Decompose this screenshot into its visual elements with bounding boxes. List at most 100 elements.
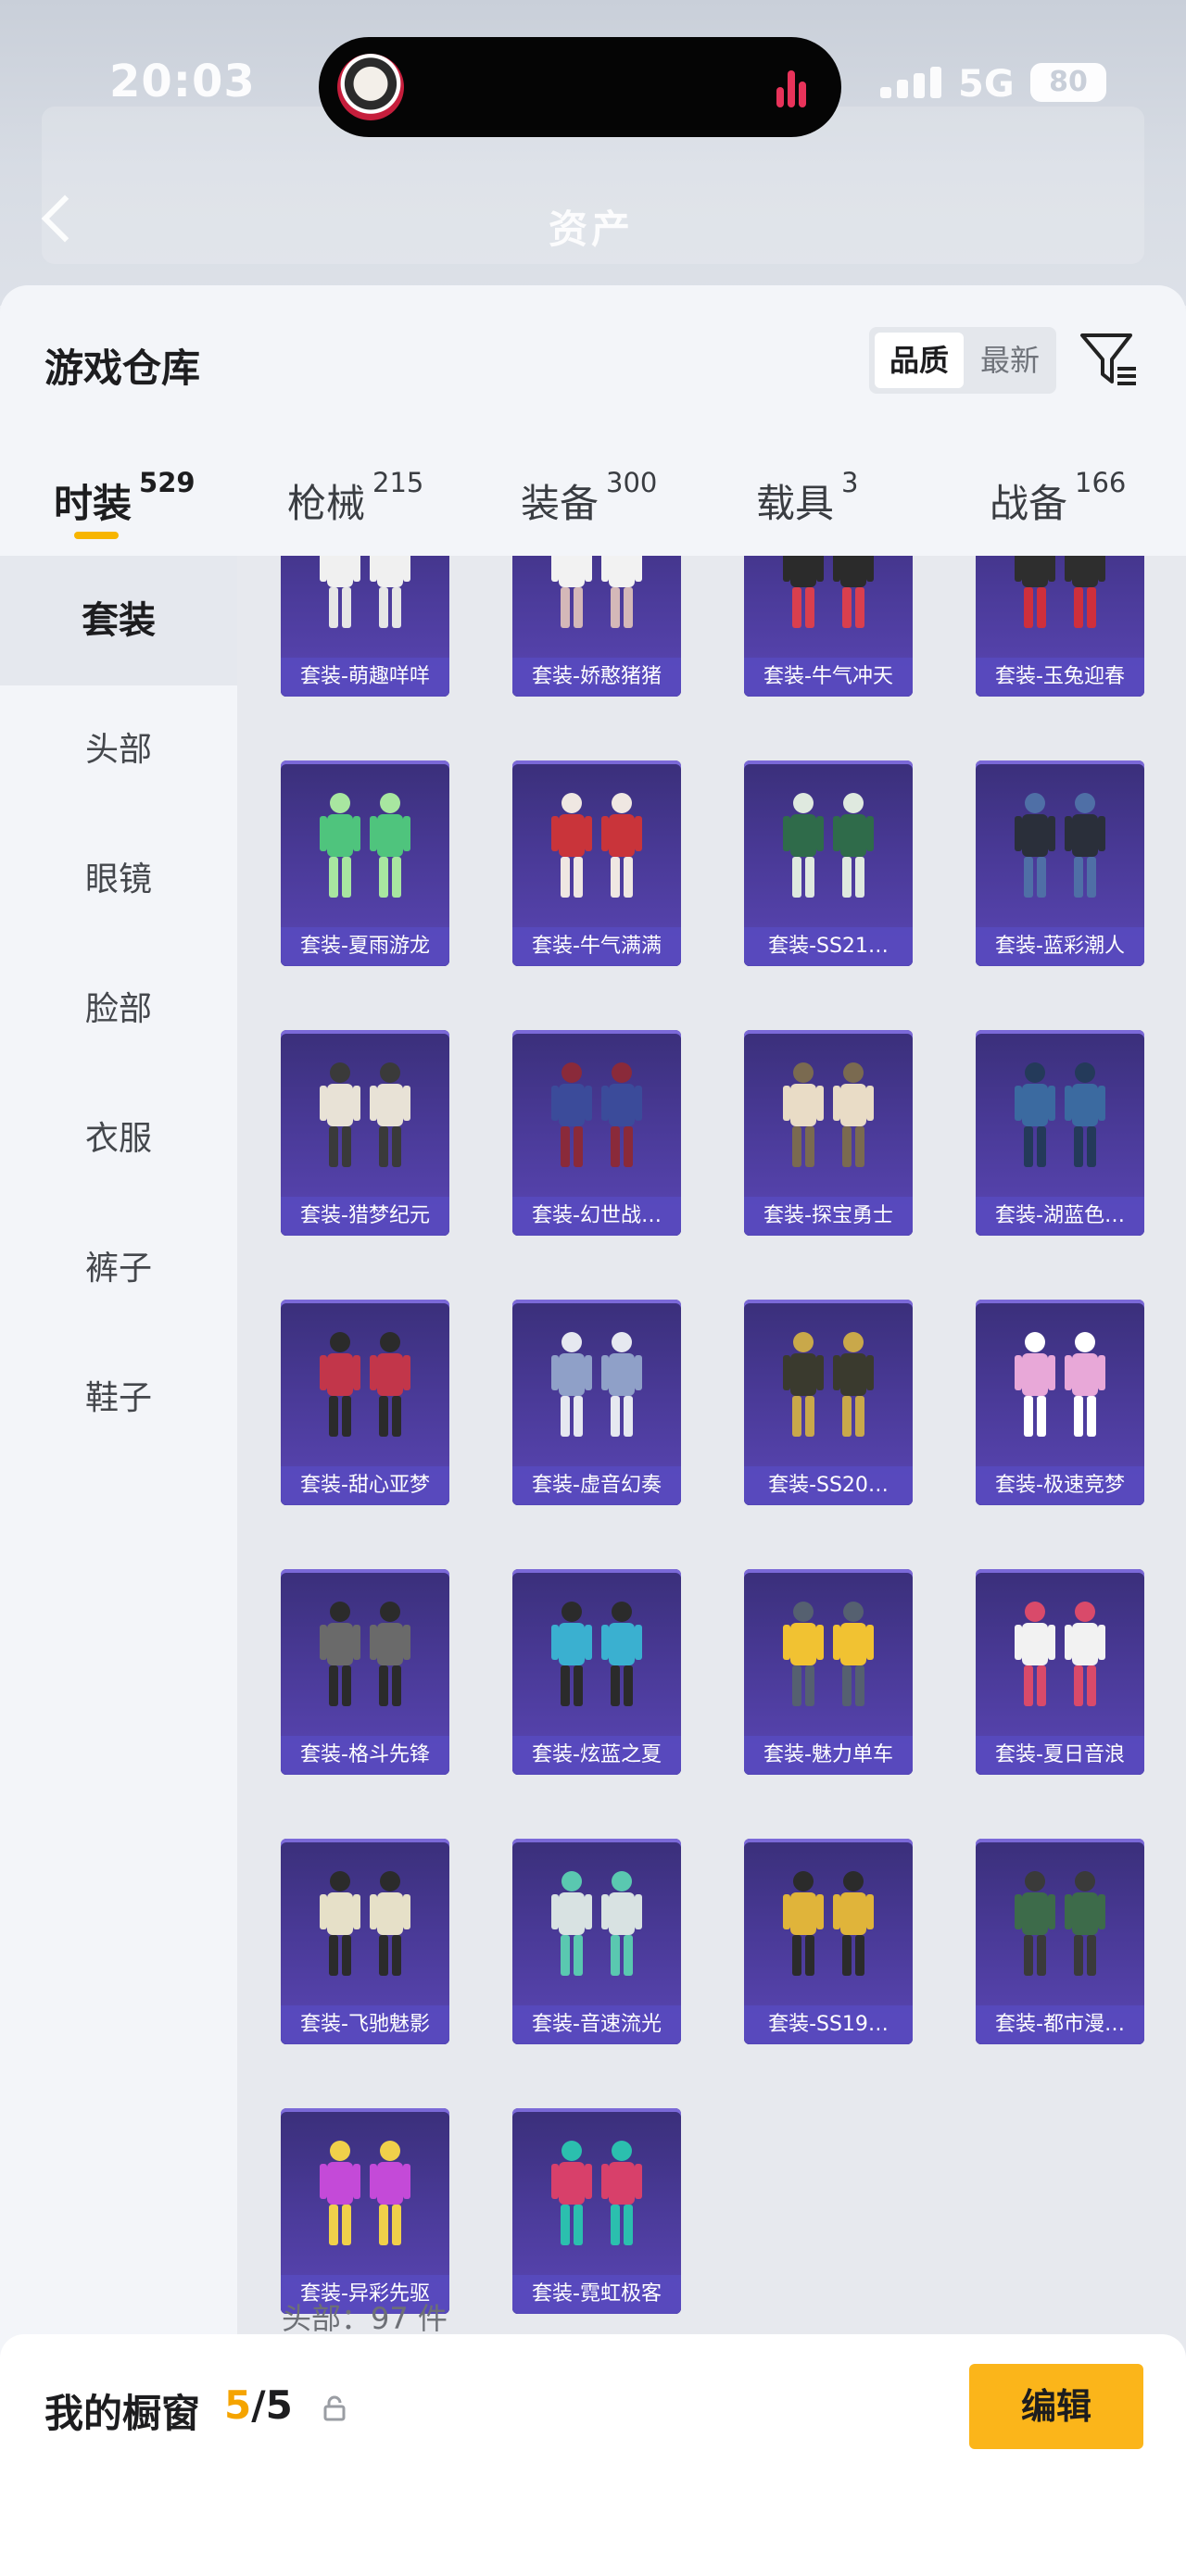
app-screen: 20:03 5G 80 资产 游戏仓库 品质 最新 时装 529 枪械 215 … <box>0 0 1186 2576</box>
outfit-thumbnail <box>320 2141 410 2245</box>
sidebar-item-clothes[interactable]: 衣服 <box>0 1074 237 1204</box>
outfit-label: 套装-娇憨猪猪 <box>512 658 681 697</box>
outfit-card[interactable]: 套装-甜心亚梦 <box>281 1300 449 1505</box>
outfit-thumbnail <box>551 1332 642 1437</box>
outfit-thumbnail <box>783 1062 874 1167</box>
outfit-card[interactable]: 套装-幻世战… <box>512 1030 681 1236</box>
outfit-label: 套装-魅力单车 <box>744 1736 913 1775</box>
tab-count: 215 <box>372 467 424 498</box>
outfit-label: 套装-牛气满满 <box>512 927 681 966</box>
outfit-card[interactable]: 套装-玉兔迎春 <box>976 556 1144 697</box>
showcase-count: 5/5 <box>224 2382 293 2428</box>
sheet-title: 游戏仓库 <box>44 346 201 391</box>
outfit-label: 套装-霓虹极客 <box>512 2275 681 2314</box>
outfit-thumbnail <box>320 556 410 628</box>
tab-supplies[interactable]: 战备 166 <box>990 467 1126 529</box>
tab-label: 时装 <box>54 481 132 526</box>
battery-indicator: 80 <box>1030 63 1106 102</box>
outfit-thumbnail <box>1015 1602 1105 1706</box>
blurred-header: 20:03 5G 80 资产 <box>0 0 1186 306</box>
outfit-thumbnail <box>1015 1332 1105 1437</box>
outfit-card[interactable]: 套装-猎梦纪元 <box>281 1030 449 1236</box>
outfit-label: 套装-甜心亚梦 <box>281 1466 449 1505</box>
outfit-thumbnail <box>551 556 642 628</box>
outfit-card[interactable]: 套装-都市漫… <box>976 1839 1144 2044</box>
outfit-card[interactable]: 套装-SS20… <box>744 1300 913 1505</box>
outfit-card[interactable]: 套装-飞驰魅影 <box>281 1839 449 2044</box>
dynamic-island <box>319 37 841 137</box>
outfit-card[interactable]: 套装-魅力单车 <box>744 1569 913 1775</box>
outfit-card[interactable]: 套装-夏日音浪 <box>976 1569 1144 1775</box>
showcase-total: /5 <box>251 2382 293 2428</box>
sidebar-item-suits[interactable]: 套装 <box>0 556 237 685</box>
outfit-card[interactable]: 套装-牛气冲天 <box>744 556 913 697</box>
sidebar-item-glasses[interactable]: 眼镜 <box>0 815 237 945</box>
outfit-label: 套装-牛气冲天 <box>744 658 913 697</box>
outfit-thumbnail <box>551 1871 642 1976</box>
outfit-thumbnail <box>783 1332 874 1437</box>
outfit-label: 套装-玉兔迎春 <box>976 658 1144 697</box>
tab-fashion[interactable]: 时装 529 <box>54 467 196 529</box>
outfit-card[interactable]: 套装-异彩先驱 <box>281 2108 449 2314</box>
outfit-card[interactable]: 套装-格斗先锋 <box>281 1569 449 1775</box>
outfit-card[interactable]: 套装-SS19… <box>744 1839 913 2044</box>
sidebar-item-head[interactable]: 头部 <box>0 685 237 815</box>
tab-equipment[interactable]: 装备 300 <box>521 467 657 529</box>
sort-option-latest[interactable]: 最新 <box>965 333 1054 388</box>
outfit-thumbnail <box>551 1602 642 1706</box>
outfit-label: 套装-虚音幻奏 <box>512 1466 681 1505</box>
tab-label: 战备 <box>990 481 1068 526</box>
showcase-title: 我的橱窗 <box>44 2391 201 2436</box>
tab-count: 300 <box>606 467 658 498</box>
subcategory-sidebar: 套装 头部 眼镜 脸部 衣服 裤子 鞋子 <box>0 556 237 2576</box>
sidebar-item-face[interactable]: 脸部 <box>0 945 237 1074</box>
outfit-card[interactable]: 套装-萌趣咩咩 <box>281 556 449 697</box>
outfit-card[interactable]: 套装-夏雨游龙 <box>281 760 449 966</box>
status-time: 20:03 <box>109 56 256 107</box>
sidebar-item-shoes[interactable]: 鞋子 <box>0 1334 237 1464</box>
showcase-bar: 我的橱窗 5/5 编辑 <box>0 2334 1186 2576</box>
outfit-label: 套装-SS20… <box>744 1466 913 1505</box>
outfit-label: 套装-音速流光 <box>512 2005 681 2044</box>
tab-weapons[interactable]: 枪械 215 <box>287 467 423 529</box>
sort-option-quality[interactable]: 品质 <box>875 333 964 388</box>
outfit-card[interactable]: 套装-娇憨猪猪 <box>512 556 681 697</box>
outfit-thumbnail <box>320 1602 410 1706</box>
outfit-card[interactable]: 套装-霓虹极客 <box>512 2108 681 2314</box>
tab-label: 载具 <box>756 481 835 526</box>
outfit-label: 套装-幻世战… <box>512 1197 681 1236</box>
outfit-thumbnail <box>551 2141 642 2245</box>
sidebar-item-pants[interactable]: 裤子 <box>0 1204 237 1334</box>
outfit-label: 套装-都市漫… <box>976 2005 1144 2044</box>
outfit-thumbnail <box>1015 1062 1105 1167</box>
outfit-thumbnail <box>783 556 874 628</box>
outfit-label: 套装-探宝勇士 <box>744 1197 913 1236</box>
outfit-card[interactable]: 套装-蓝彩潮人 <box>976 760 1144 966</box>
item-grid: 套装-萌趣咩咩 套装-娇憨猪猪 套装-牛气冲天 套装-玉兔迎春套装-夏雨游龙 套装-牛气… <box>237 556 1186 2576</box>
outfit-label: 套装-飞驰魅影 <box>281 2005 449 2044</box>
outfit-card[interactable]: 套装-湖蓝色… <box>976 1030 1144 1236</box>
outfit-card[interactable]: 套装-牛气满满 <box>512 760 681 966</box>
outfit-thumbnail <box>1015 556 1105 628</box>
outfit-card[interactable]: 套装-探宝勇士 <box>744 1030 913 1236</box>
outfit-thumbnail <box>1015 793 1105 898</box>
outfit-card[interactable]: 套装-虚音幻奏 <box>512 1300 681 1505</box>
tab-count: 529 <box>139 467 196 498</box>
outfit-card[interactable]: 套装-炫蓝之夏 <box>512 1569 681 1775</box>
outfit-card[interactable]: 套装-极速竞梦 <box>976 1300 1144 1505</box>
tab-label: 装备 <box>521 481 599 526</box>
tab-count: 3 <box>841 467 859 498</box>
category-tabs: 时装 529 枪械 215 装备 300 载具 3 战备 166 <box>0 461 1186 554</box>
header-asset-tab[interactable]: 资产 <box>549 198 634 255</box>
outfit-label: 套装-SS19… <box>744 2005 913 2044</box>
outfit-thumbnail <box>320 793 410 898</box>
sort-toggle: 品质 最新 <box>869 327 1056 394</box>
lock-icon <box>322 2395 347 2421</box>
edit-button[interactable]: 编辑 <box>969 2364 1143 2449</box>
warehouse-sheet: 游戏仓库 品质 最新 时装 529 枪械 215 装备 300 载具 3 战备 166 套… <box>0 285 1186 2576</box>
tab-vehicles[interactable]: 载具 3 <box>756 467 858 529</box>
outfit-card[interactable]: 套装-音速流光 <box>512 1839 681 2044</box>
filter-icon[interactable] <box>1075 326 1142 393</box>
outfit-card[interactable]: 套装-SS21… <box>744 760 913 966</box>
network-type: 5G <box>958 63 1015 106</box>
